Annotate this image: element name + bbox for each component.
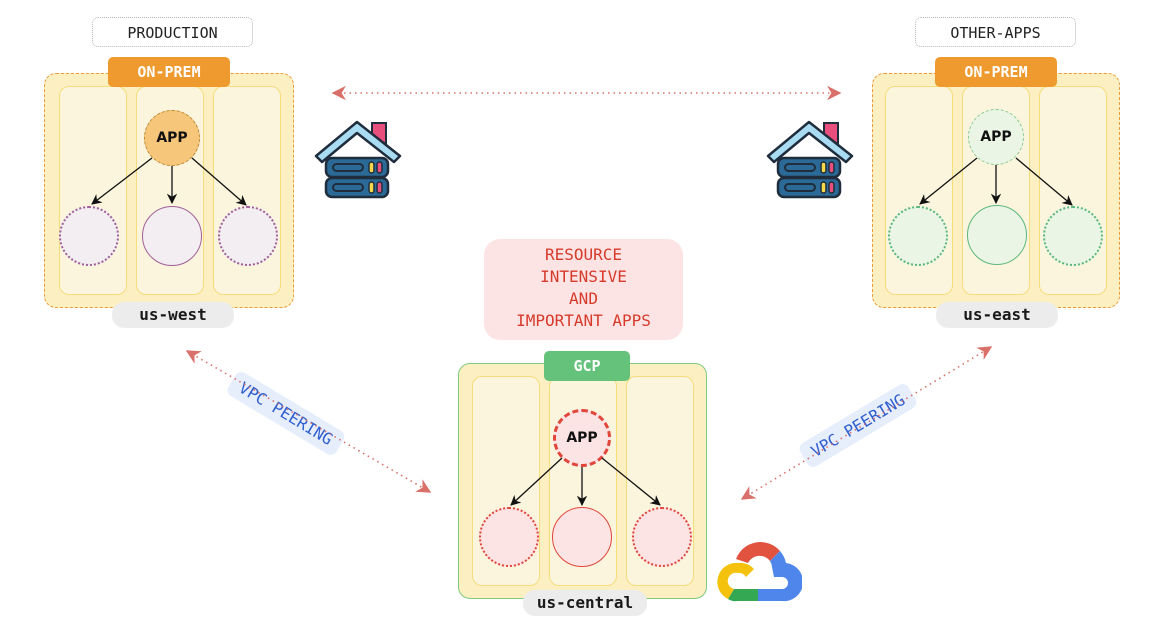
note-line-2: INTENSIVE bbox=[540, 267, 627, 286]
environment-label-production: PRODUCTION bbox=[92, 17, 253, 47]
region-name-us-central: us-central bbox=[523, 590, 647, 616]
environment-label-other-apps: OTHER-APPS bbox=[915, 17, 1076, 47]
note-line-1: RESOURCE bbox=[544, 245, 623, 264]
region-name-us-east: us-east bbox=[936, 302, 1058, 328]
resource-intensive-note: RESOURCE INTENSIVE AND IMPORTANT APPS bbox=[484, 239, 683, 340]
pod-east-2 bbox=[967, 205, 1027, 265]
pod-central-2 bbox=[552, 507, 612, 567]
pod-east-1 bbox=[888, 206, 948, 266]
note-line-3: AND bbox=[569, 289, 598, 308]
app-node-west: APP bbox=[144, 110, 200, 166]
pod-east-3 bbox=[1043, 206, 1103, 266]
pod-west-2 bbox=[142, 206, 202, 266]
google-cloud-icon bbox=[717, 542, 802, 602]
pod-central-1 bbox=[479, 507, 539, 567]
app-node-east: APP bbox=[968, 109, 1024, 165]
vpc-peering-label-right: VPC PEERING bbox=[797, 381, 919, 470]
app-node-central: APP bbox=[553, 409, 611, 467]
region-name-us-west: us-west bbox=[112, 302, 234, 328]
pod-central-3 bbox=[632, 507, 692, 567]
home-server-icon bbox=[314, 120, 402, 199]
region-us-west bbox=[44, 73, 294, 308]
note-line-4: IMPORTANT APPS bbox=[516, 311, 651, 330]
vpc-peering-label-left: VPC PEERING bbox=[225, 369, 347, 458]
on-prem-tag-east: ON-PREM bbox=[935, 57, 1057, 87]
gcp-tag: GCP bbox=[544, 351, 630, 381]
pod-west-1 bbox=[59, 206, 119, 266]
pod-west-3 bbox=[218, 206, 278, 266]
home-server-icon bbox=[766, 120, 854, 199]
on-prem-tag-west: ON-PREM bbox=[108, 57, 230, 87]
